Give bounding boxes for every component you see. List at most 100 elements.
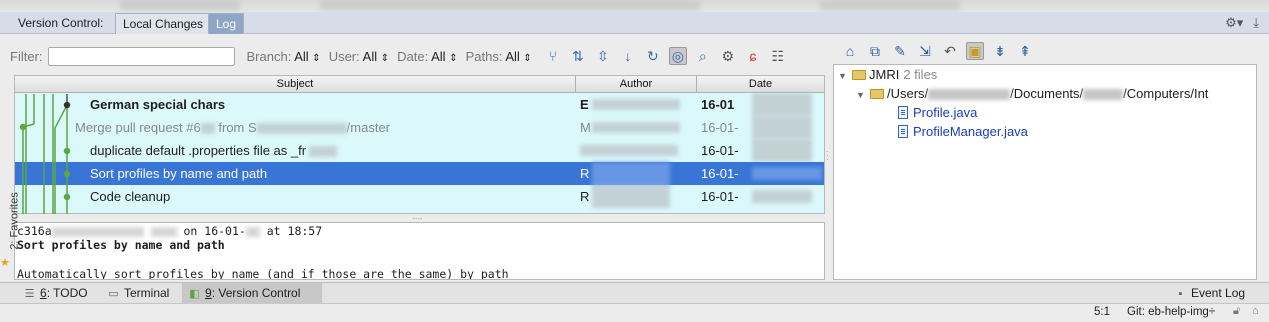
lock-icon[interactable]: 🔓︎ xyxy=(1233,305,1240,318)
redacted-author xyxy=(592,99,680,110)
chevron-updown-icon: ÷ xyxy=(1208,306,1216,318)
row-subject: duplicate default .properties file as _f… xyxy=(90,139,338,162)
changed-files-tree: ▼ JMRI 2 files ▼ /Users/ /Documents/ /Compute… xyxy=(833,64,1257,280)
tree-node-root[interactable]: ▼ JMRI 2 files xyxy=(838,65,937,84)
row-author: E xyxy=(580,97,589,112)
redacted-author xyxy=(580,145,678,156)
collapse-icon[interactable]: ⇳ xyxy=(594,47,612,65)
favorites-tool-button[interactable]: 2: Favorites xyxy=(9,192,21,249)
expand-triangle-icon[interactable]: ▼ xyxy=(856,86,870,105)
table-row[interactable]: Merge pull request #6 from S/master M 16… xyxy=(15,116,824,139)
cherry-icon[interactable]: ɕ xyxy=(744,47,762,65)
move-icon[interactable]: ⇲ xyxy=(916,42,934,60)
tree-file-profile[interactable]: Profile.java xyxy=(898,103,977,122)
redacted-author xyxy=(592,185,670,208)
redacted-date xyxy=(752,167,822,180)
commit-icon[interactable]: ⌂ xyxy=(841,42,859,60)
user-filter-value: All xyxy=(362,48,378,64)
chevron-updown-icon: ⇕ xyxy=(449,52,458,64)
tab-log[interactable]: Log xyxy=(208,13,245,34)
version-control-tool-button[interactable]: ◧ 9: Version Control xyxy=(182,283,322,304)
inspector-icon[interactable]: ⌂ xyxy=(1252,305,1259,317)
redacted-author xyxy=(592,122,680,133)
filter-search-input[interactable] xyxy=(47,46,235,66)
edit-icon[interactable]: ✎ xyxy=(891,42,909,60)
commit-body: Automatically sort profiles by name (and… xyxy=(17,267,509,280)
redacted-date xyxy=(752,93,812,116)
paths-filter-value: All xyxy=(505,48,520,64)
event-log-label: Event Log xyxy=(1191,286,1246,300)
settings-icon[interactable]: ⚙ xyxy=(719,47,737,65)
row-author: R xyxy=(580,166,590,181)
refresh-icon[interactable]: ↻ xyxy=(644,47,662,65)
tree-file-profile-manager[interactable]: ProfileManager.java xyxy=(898,122,1028,141)
preview-icon[interactable]: ◎ xyxy=(668,47,687,65)
star-icon: ★ xyxy=(0,257,10,269)
collapse-all-icon[interactable]: ⇞ xyxy=(1016,42,1034,60)
row-subject: Code cleanup xyxy=(90,189,171,204)
tree-node-path[interactable]: ▼ /Users/ /Documents/ /Computers/Int xyxy=(856,84,1208,103)
zoom-icon[interactable]: ⌕ xyxy=(694,47,712,65)
column-author[interactable]: Author xyxy=(576,76,697,93)
group-by-directory-icon[interactable]: ▣ xyxy=(966,42,984,60)
branch-filter[interactable]: Branch: All ⇕ xyxy=(247,49,321,64)
row-subject: Sort profiles by name and path xyxy=(90,166,268,181)
paths-filter[interactable]: Paths: All ⇕ xyxy=(466,49,532,64)
event-log-tool-button[interactable]: ▪ Event Log xyxy=(1168,283,1251,304)
user-filter[interactable]: User: All ⇕ xyxy=(329,49,389,64)
hide-panel-icon[interactable]: ⤓ xyxy=(1253,15,1259,31)
branches-icon[interactable]: ⇅ xyxy=(569,47,587,65)
git-branch-label: Git: eb-help-img xyxy=(1127,306,1209,318)
expand-triangle-icon[interactable]: ▼ xyxy=(838,67,852,86)
expand-all-icon[interactable]: ⇟ xyxy=(991,42,1009,60)
speech-bubble-icon: ▪ xyxy=(1178,288,1183,300)
commit-graph xyxy=(19,94,71,214)
commit-time: at 18:57 xyxy=(266,224,323,238)
column-date[interactable]: Date xyxy=(697,76,824,93)
tool-window-title: Version Control: xyxy=(18,16,104,30)
todo-shortcut: 6 xyxy=(40,286,47,300)
redacted-date xyxy=(752,139,812,162)
row-date: 16-01 xyxy=(701,97,735,112)
tree-root-label: JMRI xyxy=(869,67,900,82)
file-name: Profile.java xyxy=(913,105,978,120)
commit-node xyxy=(63,147,71,155)
diff-icon[interactable]: ⧉ xyxy=(866,42,884,60)
table-row[interactable]: German special chars E 16-01 xyxy=(15,93,824,116)
chevron-updown-icon: ⇕ xyxy=(523,52,532,64)
tab-local-changes[interactable]: Local Changes xyxy=(115,13,212,34)
terminal-tool-button[interactable]: ▭ Terminal xyxy=(101,283,175,304)
redacted-folder xyxy=(1083,89,1124,101)
redacted-author xyxy=(592,162,670,185)
cherry-pick-graph-icon[interactable]: ⑂ xyxy=(544,47,562,65)
row-date: 16-01- xyxy=(701,166,739,181)
todo-tool-button[interactable]: ☰ 6: TODO xyxy=(17,283,94,304)
commit-title: Sort profiles by name and path xyxy=(17,238,225,252)
date-filter[interactable]: Date: All ⇕ xyxy=(397,49,457,64)
revert-icon[interactable]: ↶ xyxy=(941,42,959,60)
row-subject-text: duplicate default .properties file as _f… xyxy=(90,143,307,158)
git-branch-widget[interactable]: Git: eb-help-img÷ xyxy=(1127,306,1215,318)
table-row[interactable]: duplicate default .properties file as _f… xyxy=(15,139,824,162)
arrow-down-icon[interactable]: ↓ xyxy=(619,47,637,65)
table-row[interactable]: Code cleanup R 16-01- xyxy=(15,185,824,208)
vcs-shortcut: 9 xyxy=(205,286,212,300)
commit-hash: c316a xyxy=(17,224,52,238)
column-subject[interactable]: Subject xyxy=(15,76,576,93)
vertical-splitter-handle[interactable]: · · · xyxy=(826,148,829,164)
gear-icon[interactable]: ⚙▾ xyxy=(1225,15,1243,31)
terminal-icon: ▭ xyxy=(108,288,119,300)
tree-file-count: 2 files xyxy=(903,67,938,82)
table-row-selected[interactable]: Sort profiles by name and path R 16-01- xyxy=(15,162,824,185)
people-icon[interactable]: ☷ xyxy=(769,47,787,65)
terminal-label: Terminal xyxy=(124,286,170,300)
log-filter-toolbar: Filter: Q▾ Branch: All ⇕ User: All ⇕ Dat… xyxy=(10,43,828,69)
commit-node xyxy=(63,193,71,201)
row-subject-tail: from S xyxy=(218,120,257,135)
path-computers: /Computers/Int xyxy=(1123,86,1209,101)
caret-position[interactable]: 5:1 xyxy=(1094,306,1110,318)
branch-filter-label: Branch: xyxy=(246,48,292,64)
log-table-header: Subject Author Date xyxy=(15,76,824,93)
redacted-username xyxy=(928,89,1011,101)
vcs-label: : Version Control xyxy=(211,286,301,300)
